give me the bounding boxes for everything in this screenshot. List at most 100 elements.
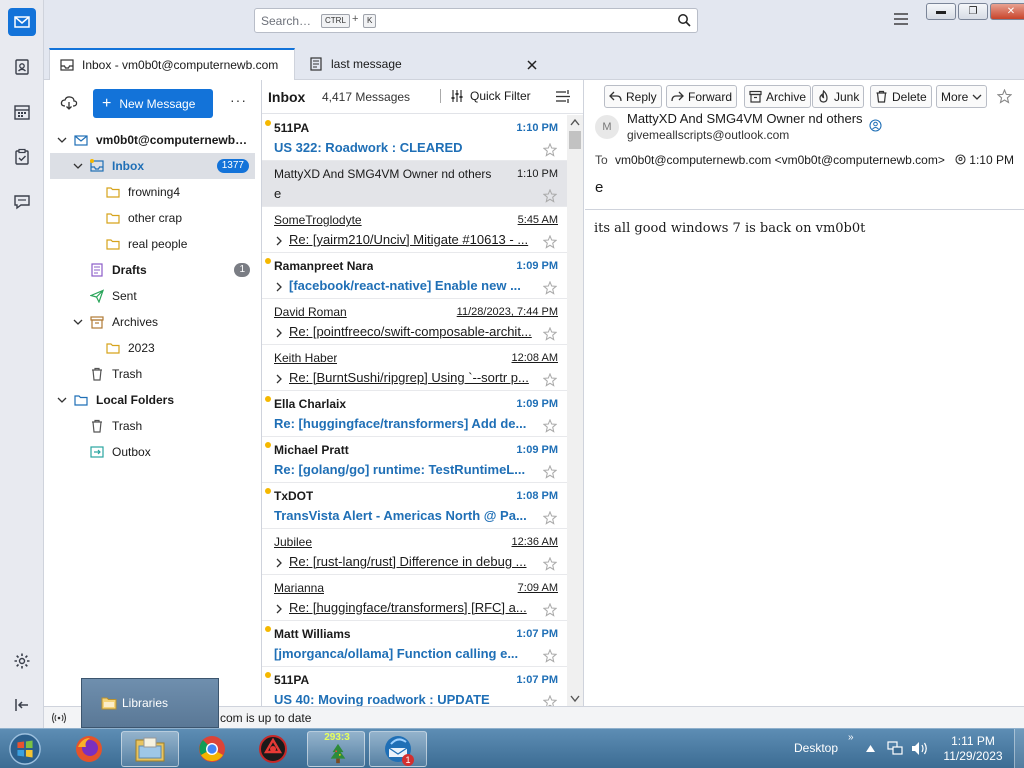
folder-real-people[interactable]: real people bbox=[44, 231, 262, 257]
folder-pane-more-icon[interactable]: ··· bbox=[230, 92, 247, 108]
close-window-button[interactable]: ✕ bbox=[990, 3, 1024, 20]
tasks-icon[interactable] bbox=[8, 143, 36, 171]
close-tab-icon[interactable] bbox=[527, 60, 537, 70]
show-hidden-icons-icon[interactable] bbox=[866, 745, 875, 752]
chevron-right-icon[interactable] bbox=[275, 282, 283, 292]
firefox-taskbar-icon[interactable] bbox=[60, 731, 118, 767]
local-folders-row[interactable]: Local Folders bbox=[44, 387, 262, 413]
list-display-options-icon[interactable] bbox=[556, 90, 570, 103]
chevron-right-icon[interactable] bbox=[275, 604, 283, 614]
folder-inbox[interactable]: Inbox 1377 bbox=[50, 153, 255, 179]
address-book-icon[interactable] bbox=[8, 53, 36, 81]
star-icon[interactable] bbox=[543, 419, 557, 433]
folder-outbox[interactable]: Outbox bbox=[44, 439, 262, 465]
message-row[interactable]: MattyXD And SMG4VM Owner nd others 1:10 P… bbox=[262, 161, 568, 207]
folder-local-trash[interactable]: Trash bbox=[44, 413, 262, 439]
reply-button[interactable]: Reply bbox=[604, 85, 662, 108]
search-icon[interactable] bbox=[677, 13, 691, 27]
sender-name[interactable]: MattyXD And SMG4VM Owner nd others bbox=[627, 111, 863, 126]
message-row[interactable]: TxDOT 1:08 PM TransVista Alert - Americas … bbox=[262, 483, 568, 529]
chevron-right-icon[interactable] bbox=[275, 558, 283, 568]
sender-address[interactable]: givemeallscripts@outlook.com bbox=[627, 128, 789, 142]
start-button[interactable] bbox=[0, 731, 50, 767]
message-row[interactable]: Marianna 7:09 AM Re: [huggingface/transfor… bbox=[262, 575, 568, 621]
folder-archives[interactable]: Archives bbox=[44, 309, 262, 335]
get-messages-icon[interactable] bbox=[60, 94, 78, 112]
folder-trash[interactable]: Trash bbox=[44, 361, 262, 387]
libraries-tooltip[interactable]: Libraries bbox=[81, 678, 219, 728]
chat-icon[interactable] bbox=[8, 188, 36, 216]
scroll-down-icon[interactable] bbox=[570, 695, 580, 703]
app-menu-icon[interactable] bbox=[894, 13, 908, 25]
junk-button[interactable]: Junk bbox=[812, 85, 865, 108]
quick-filter-button[interactable]: Quick Filter bbox=[450, 89, 531, 103]
system-clock[interactable]: 1:11 PM 11/29/2023 bbox=[940, 734, 1006, 764]
star-icon[interactable] bbox=[543, 557, 557, 571]
message-row[interactable]: SomeTroglodyte 5:45 AM Re: [yairm210/Unciv… bbox=[262, 207, 568, 253]
chevron-right-icon[interactable] bbox=[275, 328, 283, 338]
star-icon[interactable] bbox=[543, 235, 557, 249]
new-message-button[interactable]: + New Message bbox=[93, 89, 213, 118]
show-desktop-button[interactable] bbox=[1014, 729, 1024, 768]
folder-sent[interactable]: Sent bbox=[44, 283, 262, 309]
star-icon[interactable] bbox=[543, 373, 557, 387]
star-icon[interactable] bbox=[543, 281, 557, 295]
network-icon[interactable] bbox=[887, 741, 903, 756]
message-list-scrollbar[interactable] bbox=[567, 115, 583, 706]
archive-button[interactable]: Archive bbox=[744, 85, 812, 108]
minimize-button[interactable]: ▬ bbox=[926, 3, 956, 20]
tab-message[interactable]: last message bbox=[299, 48, 544, 80]
explorer-taskbar-icon[interactable] bbox=[121, 731, 179, 767]
recipient-address[interactable]: vm0b0t@computernewb.com <vm0b0t@computer… bbox=[615, 153, 945, 167]
star-icon[interactable] bbox=[543, 143, 557, 157]
star-icon[interactable] bbox=[543, 327, 557, 341]
folder-frowning4[interactable]: frowning4 bbox=[44, 179, 262, 205]
message-row[interactable]: 511PA 1:10 PM US 322: Roadwork : CLEARED bbox=[262, 115, 568, 161]
global-search-input[interactable]: Search… CTRL + K bbox=[254, 8, 698, 33]
scrollbar-thumb[interactable] bbox=[569, 131, 581, 149]
message-row[interactable]: Jubilee 12:36 AM Re: [rust-lang/rust] Diff… bbox=[262, 529, 568, 575]
scroll-up-icon[interactable] bbox=[570, 118, 580, 126]
message-row[interactable]: David Roman 11/28/2023, 7:44 PM Re: [point… bbox=[262, 299, 568, 345]
star-icon[interactable] bbox=[543, 465, 557, 479]
app-taskbar-icon[interactable] bbox=[244, 731, 302, 767]
desktop-chevron-icon[interactable]: » bbox=[848, 732, 854, 743]
chrome-taskbar-icon[interactable] bbox=[183, 731, 241, 767]
star-icon[interactable] bbox=[543, 695, 557, 706]
chevron-down-icon[interactable] bbox=[57, 395, 67, 405]
message-row[interactable]: Keith Haber 12:08 AM Re: [BurntSushi/ripgr… bbox=[262, 345, 568, 391]
maximize-button[interactable]: ❐ bbox=[958, 3, 988, 20]
chevron-down-icon[interactable] bbox=[57, 135, 67, 145]
folder-2023[interactable]: 2023 bbox=[44, 335, 262, 361]
online-status-icon[interactable] bbox=[52, 712, 66, 724]
account-row[interactable]: vm0b0t@computernewb.com bbox=[44, 127, 262, 153]
thunderbird-taskbar-icon[interactable]: 1 bbox=[369, 731, 427, 767]
mail-space-icon[interactable] bbox=[8, 8, 36, 36]
desktop-toolbar-label[interactable]: Desktop bbox=[794, 741, 838, 755]
volume-icon[interactable] bbox=[911, 741, 929, 756]
message-row[interactable]: Michael Pratt 1:09 PM Re: [golang/go] runt… bbox=[262, 437, 568, 483]
star-icon[interactable] bbox=[543, 649, 557, 663]
star-icon[interactable] bbox=[543, 511, 557, 525]
message-row[interactable]: Matt Williams 1:07 PM [jmorganca/ollama] F… bbox=[262, 621, 568, 667]
calendar-icon[interactable] bbox=[8, 98, 36, 126]
timer-taskbar-icon[interactable]: 293:3 bbox=[307, 731, 365, 767]
collapse-spaces-icon[interactable] bbox=[8, 691, 36, 719]
star-icon[interactable] bbox=[543, 603, 557, 617]
tab-inbox[interactable]: Inbox - vm0b0t@computernewb.com bbox=[49, 48, 295, 80]
add-contact-icon[interactable] bbox=[869, 119, 882, 132]
star-icon[interactable] bbox=[997, 89, 1012, 104]
chevron-right-icon[interactable] bbox=[275, 374, 283, 384]
delete-button[interactable]: Delete bbox=[870, 85, 932, 108]
message-row[interactable]: 511PA 1:07 PM US 40: Moving roadwork : UPD… bbox=[262, 667, 568, 706]
star-icon[interactable] bbox=[543, 189, 557, 203]
chevron-down-icon[interactable] bbox=[73, 161, 83, 171]
forward-button[interactable]: Forward bbox=[666, 85, 738, 108]
chevron-right-icon[interactable] bbox=[275, 236, 283, 246]
folder-other-crap[interactable]: other crap bbox=[44, 205, 262, 231]
chevron-down-icon[interactable] bbox=[73, 317, 83, 327]
folder-drafts[interactable]: Drafts 1 bbox=[44, 257, 262, 283]
settings-gear-icon[interactable] bbox=[8, 647, 36, 675]
more-button[interactable]: More bbox=[936, 85, 988, 108]
message-row[interactable]: Ramanpreet Nara 1:09 PM [facebook/react-na… bbox=[262, 253, 568, 299]
